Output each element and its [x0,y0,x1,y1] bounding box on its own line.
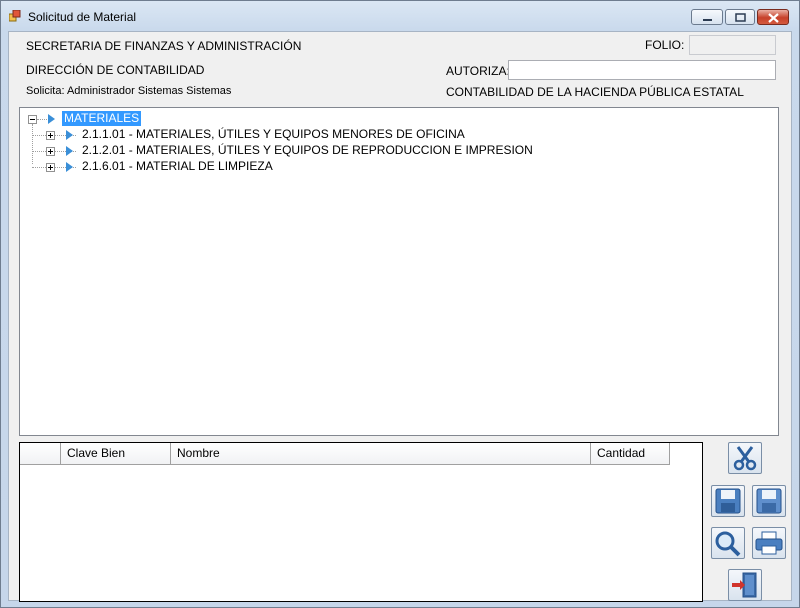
save-button[interactable] [711,485,745,517]
scissors-icon [733,446,757,471]
column-nombre[interactable]: Nombre [171,443,591,464]
node-arrow-icon [66,146,73,156]
tree-node-label[interactable]: 2.1.1.01 - MATERIALES, ÚTILES Y EQUIPOS … [80,127,467,142]
cut-button[interactable] [728,442,762,474]
materials-tree[interactable]: MATERIALES 2.1.1.01 - MATERIALES, ÚTILES… [19,107,779,436]
tree-node-label[interactable]: 2.1.2.01 - MATERIALES, ÚTILES Y EQUIPOS … [80,143,535,158]
maximize-icon [735,13,746,22]
save-disabled-button[interactable] [752,485,786,517]
search-button[interactable] [711,527,745,559]
exit-button[interactable] [728,569,762,601]
tree-node-label[interactable]: MATERIALES [62,111,142,126]
contabilidad-label: CONTABILIDAD DE LA HACIENDA PÚBLICA ESTA… [446,85,744,99]
folio-field[interactable] [689,35,776,55]
exit-door-icon [732,572,757,598]
folio-label: FOLIO: [645,38,685,52]
floppy-disk-icon [715,488,741,514]
expand-icon[interactable] [46,163,55,172]
autoriza-field[interactable] [508,60,776,80]
grid-header: Clave Bien Nombre Cantidad [20,443,670,465]
minimize-icon [703,19,712,21]
solicita-label: Solicita: Administrador Sistemas Sistema… [26,85,232,97]
expand-icon[interactable] [46,131,55,140]
magnifier-icon [715,531,741,557]
tree-node-child[interactable]: 2.1.1.01 - MATERIALES, ÚTILES Y EQUIPOS … [20,127,720,143]
row-header-column[interactable] [20,443,61,464]
node-arrow-icon [66,162,73,172]
tree-node-child[interactable]: 2.1.2.01 - MATERIALES, ÚTILES Y EQUIPOS … [20,143,720,159]
materials-grid[interactable]: Clave Bien Nombre Cantidad [19,442,703,602]
expand-icon[interactable] [46,147,55,156]
node-arrow-icon [48,114,55,124]
direccion-label: DIRECCIÓN DE CONTABILIDAD [26,63,205,77]
tree-node-label[interactable]: 2.1.6.01 - MATERIAL DE LIMPIEZA [80,159,275,174]
tree-node-child[interactable]: 2.1.6.01 - MATERIAL DE LIMPIEZA [20,159,720,175]
autoriza-label: AUTORIZA: [446,64,510,78]
tree-line [37,119,47,121]
printer-icon [755,531,783,555]
main-window: Solicitud de Material SECRETARIA DE FINA… [0,0,800,608]
column-clave-bien[interactable]: Clave Bien [61,443,171,464]
column-cantidad[interactable]: Cantidad [591,443,670,464]
title-bar[interactable]: Solicitud de Material [1,1,799,31]
tree-node-root[interactable]: MATERIALES [20,111,320,127]
node-arrow-icon [66,130,73,140]
minimize-button[interactable] [691,9,723,25]
floppy-disk-icon [756,488,782,514]
form-client-area: SECRETARIA DE FINANZAS Y ADMINISTRACIÓN … [8,31,792,602]
close-button[interactable] [757,9,789,25]
app-window-icon [9,10,21,22]
close-icon [768,13,779,23]
collapse-icon[interactable] [28,115,37,124]
window-title: Solicitud de Material [28,10,137,24]
maximize-button[interactable] [725,9,755,25]
print-button[interactable] [752,527,786,559]
secretaria-label: SECRETARIA DE FINANZAS Y ADMINISTRACIÓN [26,39,302,53]
